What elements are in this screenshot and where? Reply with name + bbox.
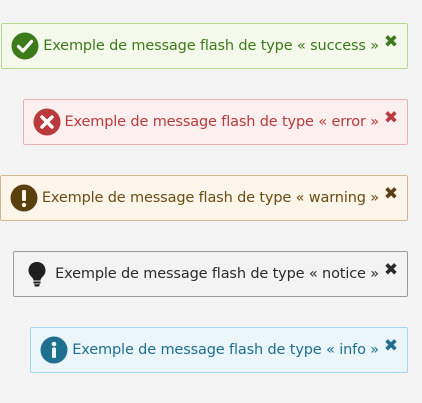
flash-info: Exemple de message flash de type « info … (30, 327, 408, 373)
flash-message: Exemple de message flash de type « succe… (43, 38, 379, 54)
flash-message: Exemple de message flash de type « info … (72, 342, 379, 358)
close-icon[interactable]: ✖ (384, 262, 398, 279)
flash-warning: Exemple de message flash de type « warni… (0, 175, 408, 221)
flash-error: Exemple de message flash de type « error… (22, 99, 408, 145)
close-icon[interactable]: ✖ (384, 338, 398, 355)
flash-message: Exemple de message flash de type « warni… (41, 190, 379, 206)
exclamation-circle-icon (10, 184, 38, 212)
close-icon[interactable]: ✖ (384, 186, 398, 203)
info-circle-icon (40, 336, 68, 364)
flash-success: Exemple de message flash de type « succe… (1, 23, 408, 69)
flash-message: Exemple de message flash de type « notic… (55, 266, 379, 282)
flash-notice: Exemple de message flash de type « notic… (13, 251, 408, 297)
close-icon[interactable]: ✖ (384, 34, 398, 51)
lightbulb-icon (23, 260, 51, 288)
flash-message: Exemple de message flash de type « error… (64, 114, 380, 130)
times-circle-icon (33, 108, 61, 136)
check-circle-icon (11, 32, 39, 60)
close-icon[interactable]: ✖ (384, 110, 398, 127)
